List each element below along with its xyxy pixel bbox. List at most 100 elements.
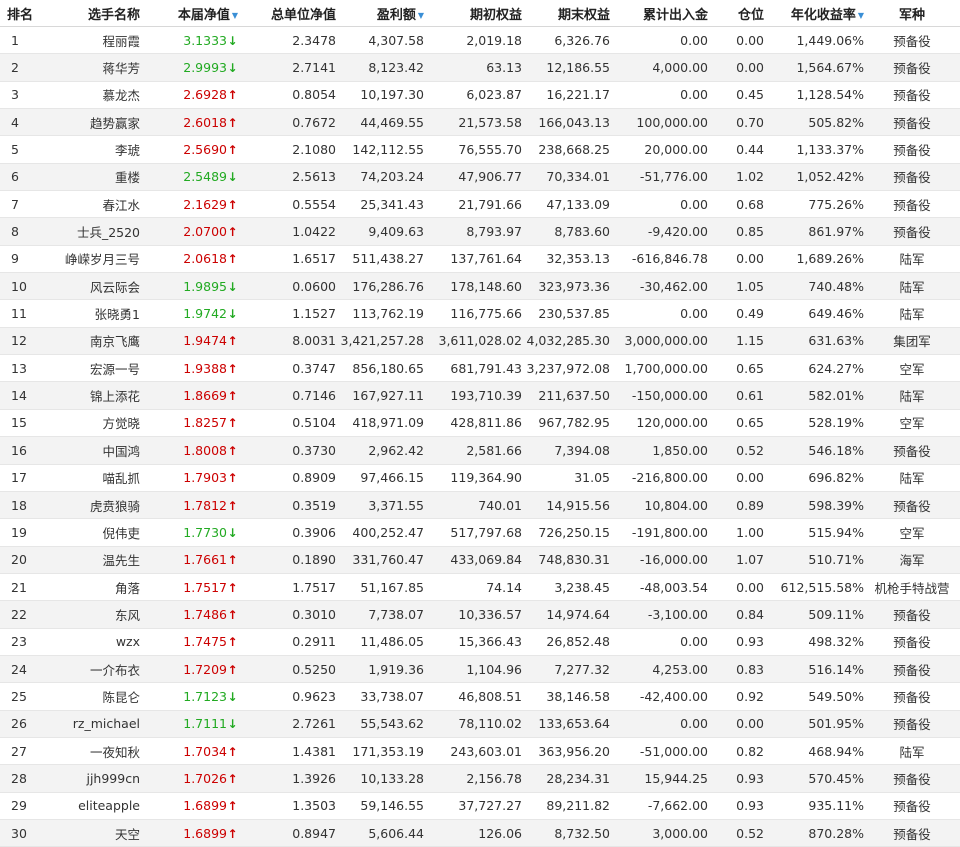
annual-return-cell: 1,052.42% (764, 163, 864, 192)
player-name-link[interactable]: 喵乱抓 (40, 464, 140, 492)
nav-value: 1.9388 (183, 360, 227, 376)
end-equity-cell: 8,732.50 (522, 819, 610, 847)
col-header-nav-label[interactable]: 本届净值 (178, 8, 230, 23)
profit-cell: 51,167.85 (336, 573, 424, 602)
player-name-link[interactable]: 宏源一号 (40, 354, 140, 383)
player-name-link[interactable]: 东风 (40, 600, 140, 629)
total-nav-cell: 8.0031 (238, 327, 336, 356)
arrow-up-icon: ↑ (227, 771, 238, 786)
table-row: 17 喵乱抓 1.7903↑ 0.8909 97,466.15 119,364.90 31.… (0, 464, 960, 492)
col-header-annual-return-label[interactable]: 年化收益率 (791, 8, 856, 23)
rank-cell: 19 (0, 518, 40, 547)
net-deposit-cell: 3,000,000.00 (610, 327, 708, 356)
position-cell: 0.00 (708, 464, 764, 492)
end-equity-cell: 323,973.36 (522, 272, 610, 301)
profit-cell: 2,962.42 (336, 436, 424, 465)
player-name-link[interactable]: 一介布衣 (40, 655, 140, 684)
col-header-group-label: 军种 (898, 7, 925, 23)
col-header-position-label: 仓位 (737, 7, 764, 23)
col-header-profit-label[interactable]: 盈利额 (377, 8, 416, 23)
profit-cell: 5,606.44 (336, 819, 424, 847)
rank-cell: 23 (0, 628, 40, 656)
player-name-link[interactable]: 倪伟吏 (40, 518, 140, 547)
start-equity-cell: 8,793.97 (424, 217, 522, 246)
player-name-link[interactable]: 一夜知秋 (40, 737, 140, 766)
rank-cell: 14 (0, 381, 40, 410)
rank-cell: 11 (0, 299, 40, 328)
position-cell: 0.00 (708, 573, 764, 602)
player-name-link[interactable]: eliteapple (40, 792, 140, 820)
arrow-up-icon: ↑ (227, 252, 238, 267)
arrow-down-icon: ↓ (227, 61, 238, 76)
sort-down-icon[interactable]: ▼ (232, 11, 238, 20)
table-row: 1 程丽霞 3.1333↓ 2.3478 4,307.58 2,019.18 6,326.7… (0, 26, 960, 55)
total-nav-cell: 0.3747 (238, 354, 336, 383)
nav-cell: 1.8257↑ (140, 409, 238, 438)
player-name-link[interactable]: 中国鸿 (40, 436, 140, 465)
player-name-link[interactable]: 南京飞鹰 (40, 327, 140, 356)
player-name-link[interactable]: 趋势赢家 (40, 108, 140, 137)
end-equity-cell: 38,146.58 (522, 682, 610, 711)
nav-cell: 1.7209↑ (140, 655, 238, 684)
net-deposit-cell: -7,662.00 (610, 792, 708, 820)
net-deposit-cell: 120,000.00 (610, 409, 708, 438)
player-name-link[interactable]: 蒋华芳 (40, 53, 140, 82)
player-name-link[interactable]: 虎贲狼骑 (40, 491, 140, 520)
player-name-link[interactable]: 峥嵘岁月三号 (40, 245, 140, 274)
annual-return-cell: 509.11% (764, 600, 864, 629)
start-equity-cell: 3,611,028.02 (424, 327, 522, 356)
sort-down-icon[interactable]: ▼ (858, 11, 864, 20)
player-name-link[interactable]: 风云际会 (40, 272, 140, 301)
player-name-link[interactable]: 温先生 (40, 546, 140, 574)
table-row: 4 趋势赢家 2.6018↑ 0.7672 44,469.55 21,573.58 166,… (0, 108, 960, 137)
total-nav-cell: 2.7261 (238, 710, 336, 738)
nav-cell: 2.1629↑ (140, 190, 238, 219)
end-equity-cell: 211,637.50 (522, 381, 610, 410)
player-name-link[interactable]: 天空 (40, 819, 140, 847)
table-row: 9 峥嵘岁月三号 2.0618↑ 1.6517 511,438.27 137,761.64… (0, 245, 960, 274)
col-header-annual-return[interactable]: 年化收益率 ▼ (764, 0, 864, 27)
player-name-link[interactable]: 重楼 (40, 163, 140, 192)
player-name-link[interactable]: jjh999cn (40, 764, 140, 793)
start-equity-cell: 1,104.96 (424, 655, 522, 684)
profit-cell: 25,341.43 (336, 190, 424, 219)
position-cell: 1.15 (708, 327, 764, 356)
nav-cell: 1.7026↑ (140, 764, 238, 793)
player-name-link[interactable]: 陈昆仑 (40, 682, 140, 711)
player-name-link[interactable]: 慕龙杰 (40, 81, 140, 110)
profit-cell: 176,286.76 (336, 272, 424, 301)
net-deposit-cell: 0.00 (610, 26, 708, 55)
player-name-link[interactable]: 春江水 (40, 190, 140, 219)
start-equity-cell: 740.01 (424, 491, 522, 520)
player-name-link[interactable]: wzx (40, 628, 140, 656)
player-name-link[interactable]: rz_michael (40, 710, 140, 738)
group-cell: 预备役 (864, 628, 960, 656)
table-row: 19 倪伟吏 1.7730↓ 0.3906 400,252.47 517,797.68 72… (0, 518, 960, 547)
position-cell: 1.02 (708, 163, 764, 192)
sort-down-icon[interactable]: ▼ (418, 11, 424, 20)
rank-cell: 5 (0, 135, 40, 164)
group-cell: 预备役 (864, 792, 960, 820)
profit-cell: 3,421,257.28 (336, 327, 424, 356)
net-deposit-cell: -150,000.00 (610, 381, 708, 410)
col-header-profit[interactable]: 盈利额 ▼ (336, 0, 424, 27)
annual-return-cell: 501.95% (764, 710, 864, 738)
player-name-link[interactable]: 程丽霞 (40, 26, 140, 55)
annual-return-cell: 515.94% (764, 518, 864, 547)
nav-cell: 1.7486↑ (140, 600, 238, 629)
net-deposit-cell: -51,776.00 (610, 163, 708, 192)
player-name-link[interactable]: 士兵_2520 (40, 217, 140, 246)
annual-return-cell: 631.63% (764, 327, 864, 356)
col-header-nav[interactable]: 本届净值 ▼ (140, 0, 238, 27)
table-row: 7 春江水 2.1629↑ 0.5554 25,341.43 21,791.66 47,13… (0, 190, 960, 219)
start-equity-cell: 433,069.84 (424, 546, 522, 574)
group-cell: 预备役 (864, 81, 960, 110)
nav-value: 1.7730 (183, 524, 227, 540)
player-name-link[interactable]: 李琥 (40, 135, 140, 164)
player-name-link[interactable]: 张晓勇1 (40, 299, 140, 328)
nav-cell: 1.7123↓ (140, 682, 238, 711)
table-row: 27 一夜知秋 1.7034↑ 1.4381 171,353.19 243,603.01 3… (0, 737, 960, 766)
player-name-link[interactable]: 锦上添花 (40, 381, 140, 410)
player-name-link[interactable]: 角落 (40, 573, 140, 602)
player-name-link[interactable]: 方觉晓 (40, 409, 140, 438)
